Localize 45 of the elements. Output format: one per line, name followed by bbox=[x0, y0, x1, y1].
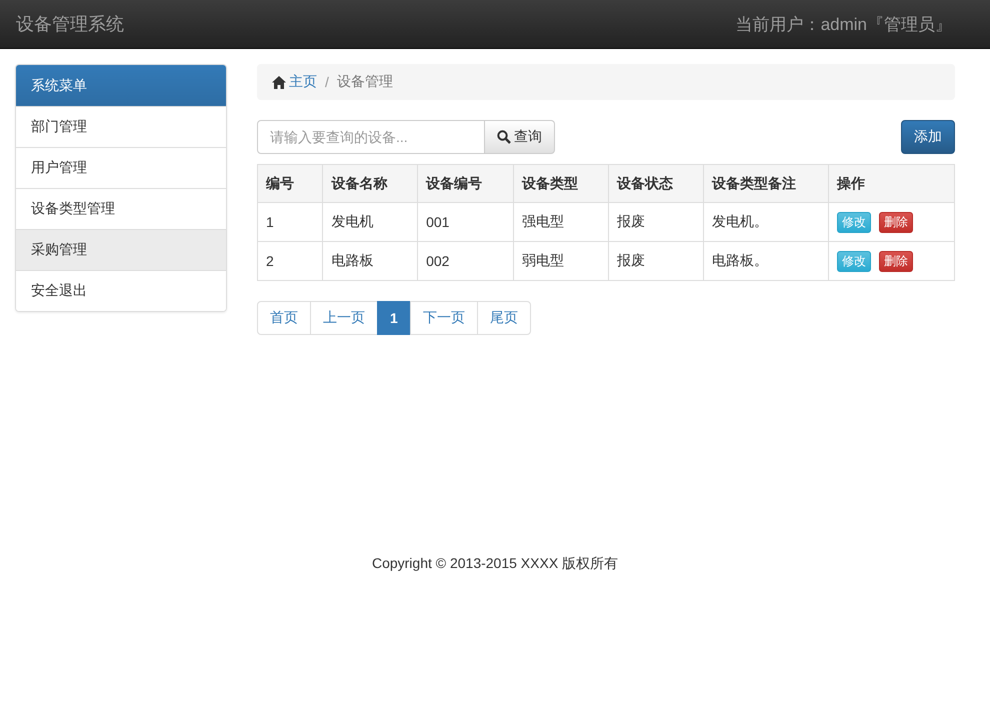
column-header: 设备类型备注 bbox=[703, 164, 829, 202]
sidebar-item[interactable]: 采购管理 bbox=[16, 229, 226, 270]
column-header: 操作 bbox=[828, 164, 954, 202]
add-button[interactable]: 添加 bbox=[901, 120, 955, 154]
table-cell: 报废 bbox=[608, 242, 704, 280]
page-link[interactable]: 尾页 bbox=[476, 301, 531, 335]
current-user: 当前用户：admin『管理员』 bbox=[736, 14, 952, 36]
column-header: 设备类型 bbox=[514, 164, 609, 202]
home-icon bbox=[272, 76, 286, 88]
column-header: 设备编号 bbox=[418, 164, 514, 202]
breadcrumb-current: 设备管理 bbox=[336, 73, 393, 91]
page-link[interactable]: 下一页 bbox=[410, 301, 478, 335]
delete-button[interactable]: 删除 bbox=[879, 212, 914, 232]
table-cell: 电路板。 bbox=[703, 242, 829, 280]
table-cell: 001 bbox=[418, 202, 514, 242]
table-cell: 报废 bbox=[608, 202, 704, 242]
search-field[interactable]: 请输入要查询的设备... bbox=[257, 120, 485, 154]
sidebar-item[interactable]: 设备类型管理 bbox=[16, 188, 226, 229]
home-link[interactable]: 主页 bbox=[272, 73, 317, 91]
sidebar-item[interactable]: 部门管理 bbox=[16, 106, 226, 147]
delete-button[interactable]: 删除 bbox=[879, 250, 914, 272]
app-title: 设备管理系统 bbox=[16, 13, 124, 36]
page-link[interactable]: 首页 bbox=[257, 301, 311, 335]
page-link[interactable]: 上一页 bbox=[310, 301, 378, 335]
edit-button[interactable]: 修改 bbox=[837, 250, 872, 272]
column-header: 设备名称 bbox=[322, 164, 418, 202]
table-cell: 2 bbox=[258, 242, 323, 280]
page-link[interactable]: 1 bbox=[377, 301, 411, 335]
sidebar-item[interactable]: 安全退出 bbox=[16, 270, 226, 311]
edit-button[interactable]: 修改 bbox=[837, 212, 872, 232]
menu-heading: 系统菜单 bbox=[16, 65, 226, 106]
table-cell: 发电机。 bbox=[703, 202, 829, 242]
column-header: 编号 bbox=[258, 164, 323, 202]
search-icon bbox=[497, 130, 511, 144]
copyright-text: Copyright © 2013-2015 XXXX 版权所有 bbox=[372, 555, 618, 571]
table-cell: 002 bbox=[418, 242, 514, 280]
table-cell: 弱电型 bbox=[514, 242, 609, 280]
table-cell: 强电型 bbox=[514, 202, 609, 242]
breadcrumb-separator: / bbox=[325, 74, 329, 90]
table-cell: 电路板 bbox=[322, 242, 418, 280]
sidebar-item[interactable]: 用户管理 bbox=[16, 147, 226, 188]
table-cell: 1 bbox=[258, 202, 323, 242]
search-button[interactable]: 查询 bbox=[485, 120, 555, 154]
table-cell: 发电机 bbox=[322, 202, 418, 242]
column-header: 设备状态 bbox=[608, 164, 704, 202]
